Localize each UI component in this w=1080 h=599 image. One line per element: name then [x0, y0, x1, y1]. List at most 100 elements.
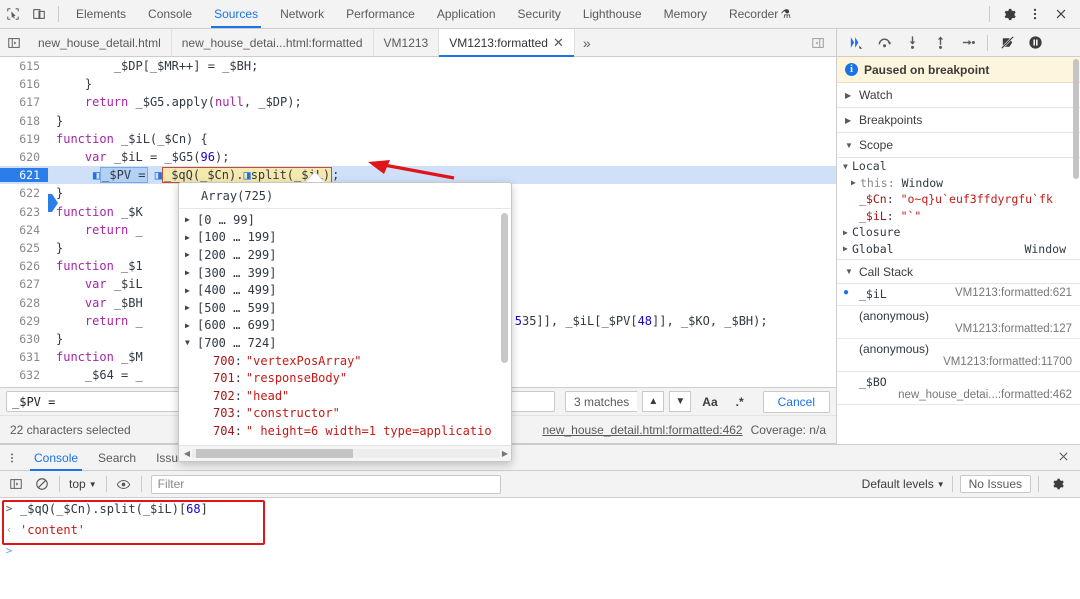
- cancel-button[interactable]: Cancel: [762, 390, 830, 413]
- line-number: 623: [0, 204, 48, 219]
- no-issues-button[interactable]: No Issues: [959, 475, 1031, 493]
- scope-group-closure[interactable]: ▶ Closure: [837, 224, 1080, 241]
- popup-range-row-expanded[interactable]: ▼ [700 … 724]: [179, 334, 511, 352]
- source-tab-new-house-detail-formatted[interactable]: new_house_detai...html:formatted: [172, 29, 374, 56]
- scroll-left-icon[interactable]: ◀: [182, 449, 192, 458]
- chevron-down-icon[interactable]: ▼: [669, 391, 692, 412]
- scope-group-local[interactable]: ▼ Local: [837, 158, 1080, 175]
- debugger-sidebar: i Paused on breakpoint ▶ Watch ▶ Breakpo…: [836, 57, 1080, 444]
- close-icon[interactable]: [1048, 0, 1074, 28]
- call-stack-frame-current[interactable]: ● _$iL VM1213:formatted:621: [837, 284, 1080, 306]
- popup-horizontal-scrollbar[interactable]: ◀ ▶: [179, 445, 511, 461]
- console-prompt-row[interactable]: >: [0, 540, 1080, 561]
- popup-entry-value: " height=6 width=1 type=applicatio: [245, 423, 492, 438]
- console-input-message[interactable]: > _$qQ(_$Cn).split(_$iL)[68]: [0, 498, 1080, 519]
- sidebar-section-watch[interactable]: ▶ Watch: [837, 83, 1080, 108]
- popup-range-row[interactable]: ▶ [600 … 699]: [179, 317, 511, 335]
- show-navigator-icon[interactable]: [0, 29, 28, 56]
- device-toolbar-icon[interactable]: [26, 0, 52, 28]
- tab-elements[interactable]: Elements: [65, 0, 137, 28]
- tab-performance[interactable]: Performance: [335, 0, 426, 28]
- step-icon[interactable]: [955, 30, 981, 56]
- popup-entry-row[interactable]: 704: " height=6 width=1 type=applicatio: [179, 422, 511, 440]
- close-icon[interactable]: ✕: [553, 36, 564, 49]
- tab-console[interactable]: Console: [137, 0, 203, 28]
- regex-button[interactable]: .*: [729, 391, 751, 412]
- step-over-icon[interactable]: [871, 30, 897, 56]
- source-tab-vm1213[interactable]: VM1213: [374, 29, 440, 56]
- popup-entry-row[interactable]: 701: "responseBody": [179, 369, 511, 387]
- drawer-tab-search[interactable]: Search: [88, 445, 146, 471]
- line-number: 625: [0, 240, 48, 255]
- call-stack-function: _$BO: [859, 375, 887, 389]
- deactivate-breakpoints-icon[interactable]: [994, 30, 1020, 56]
- show-debugger-icon[interactable]: [804, 29, 832, 56]
- sidebar-section-scope[interactable]: ▼ Scope: [837, 133, 1080, 158]
- tab-recorder[interactable]: Recorder ⚗: [718, 0, 802, 28]
- call-stack-frame[interactable]: (anonymous) VM1213:formatted:11700: [837, 339, 1080, 372]
- call-stack-frame[interactable]: _$BO new_house_detai...:formatted:462: [837, 372, 1080, 405]
- popup-entry-row[interactable]: 702: "head": [179, 387, 511, 405]
- clear-console-icon[interactable]: [30, 472, 54, 496]
- console-context-selector[interactable]: top ▼: [65, 477, 101, 491]
- source-tab-new-house-detail[interactable]: new_house_detail.html: [28, 29, 172, 56]
- inspect-cursor-icon[interactable]: [0, 0, 26, 28]
- tab-lighthouse[interactable]: Lighthouse: [572, 0, 653, 28]
- popup-range-row[interactable]: ▶ [0 … 99]: [179, 211, 511, 229]
- code-line[interactable]: 619 function _$iL(_$Cn) {: [0, 130, 836, 148]
- code-line[interactable]: 617 return _$G5.apply(null, _$DP);: [0, 93, 836, 111]
- popup-range-row[interactable]: ▶ [300 … 399]: [179, 264, 511, 282]
- object-preview-popover[interactable]: Array(725) ▶ [0 … 99] ▶ [100 … 199] ▶ [200 …: [178, 182, 512, 462]
- line-number: 622: [0, 186, 48, 201]
- popup-entry-row[interactable]: 700: "vertexPosArray": [179, 352, 511, 370]
- chevron-up-icon[interactable]: ▲: [642, 391, 665, 412]
- match-case-button[interactable]: Aa: [697, 391, 722, 412]
- popup-range-row[interactable]: ▶ [200 … 299]: [179, 246, 511, 264]
- close-icon[interactable]: [1057, 450, 1080, 466]
- popup-entry-list: ▶ [0 … 99] ▶ [100 … 199] ▶ [200 … 299] ▶ [30…: [179, 209, 511, 440]
- gear-icon[interactable]: [1046, 472, 1070, 496]
- sidebar-scrollbar[interactable]: [1073, 59, 1079, 179]
- popup-range-row[interactable]: ▶ [500 … 599]: [179, 299, 511, 317]
- console-message-list[interactable]: > _$qQ(_$Cn).split(_$iL)[68] ‹ 'content'…: [0, 498, 1080, 599]
- drawer-tab-console[interactable]: Console: [24, 445, 88, 471]
- chevron-right-icon: ▶: [845, 115, 852, 125]
- pause-on-exceptions-icon[interactable]: [1022, 30, 1048, 56]
- scroll-right-icon[interactable]: ▶: [500, 449, 510, 458]
- code-line[interactable]: 618}: [0, 112, 836, 130]
- tab-network[interactable]: Network: [269, 0, 335, 28]
- popup-vertical-scrollbar[interactable]: [501, 213, 508, 363]
- tab-security[interactable]: Security: [507, 0, 572, 28]
- console-log-levels-selector[interactable]: Default levels ▼: [862, 477, 945, 491]
- scroll-thumb[interactable]: [196, 449, 353, 458]
- step-out-icon[interactable]: [927, 30, 953, 56]
- gear-icon[interactable]: [996, 0, 1022, 28]
- scope-row-this[interactable]: ▶ this: Window: [837, 175, 1080, 192]
- kebab-menu-icon[interactable]: [1022, 0, 1048, 28]
- code-line[interactable]: 615 _$DP[_$MR++] = _$BH;: [0, 57, 836, 75]
- source-tab-vm1213-formatted[interactable]: VM1213:formatted ✕: [439, 29, 575, 57]
- tab-sources[interactable]: Sources: [203, 0, 269, 28]
- toolbar-divider: [951, 476, 953, 492]
- scope-row-il[interactable]: _$iL: "`": [837, 208, 1080, 225]
- source-mapping-link[interactable]: new_house_detail.html:formatted:462: [542, 423, 742, 437]
- scroll-track[interactable]: [192, 449, 500, 458]
- step-into-icon[interactable]: [899, 30, 925, 56]
- scope-row-cn[interactable]: _$Cn: "o~q}u`euf3ffdyrgfu`fk: [837, 191, 1080, 208]
- popup-range-row[interactable]: ▶ [100 … 199]: [179, 229, 511, 247]
- live-expression-icon[interactable]: [112, 472, 136, 496]
- console-sidebar-icon[interactable]: [4, 472, 28, 496]
- scope-group-global[interactable]: ▶ Global Window: [837, 241, 1080, 258]
- resume-icon[interactable]: [843, 30, 869, 56]
- sidebar-section-breakpoints[interactable]: ▶ Breakpoints: [837, 108, 1080, 133]
- console-filter-input[interactable]: Filter: [150, 474, 501, 494]
- popup-entry-row[interactable]: 703: "constructor": [179, 405, 511, 423]
- tab-memory[interactable]: Memory: [653, 0, 718, 28]
- more-tabs-button[interactable]: »: [575, 35, 599, 51]
- call-stack-frame[interactable]: (anonymous) VM1213:formatted:127: [837, 306, 1080, 339]
- tab-application[interactable]: Application: [426, 0, 507, 28]
- popup-range-row[interactable]: ▶ [400 … 499]: [179, 281, 511, 299]
- sidebar-section-call-stack[interactable]: ▼ Call Stack: [837, 259, 1080, 284]
- kebab-menu-icon[interactable]: [0, 452, 24, 464]
- code-line[interactable]: 616 }: [0, 75, 836, 93]
